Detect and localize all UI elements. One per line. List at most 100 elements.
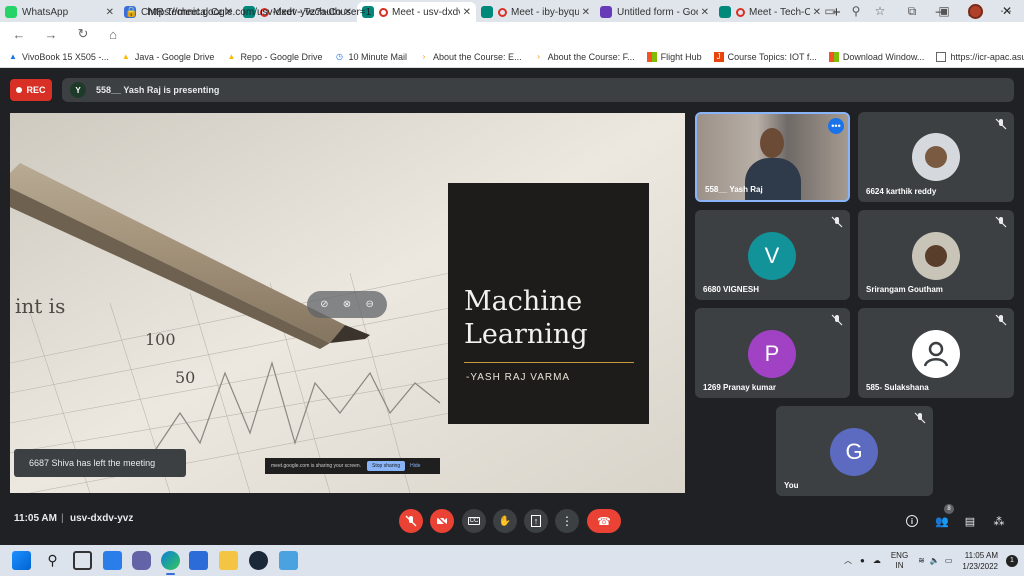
profile-avatar[interactable] xyxy=(968,4,983,19)
participant-avatar: V xyxy=(748,232,796,280)
address-bar[interactable]: 🔒 https://meet.google.com/usv-dxdv-yvz?au… xyxy=(125,2,820,22)
steam-tray-icon[interactable]: ● xyxy=(860,556,865,565)
captions-button[interactable]: CC xyxy=(462,509,486,533)
language-indicator[interactable]: ENG IN xyxy=(891,551,908,571)
j-icon: J xyxy=(713,51,724,62)
camera-icon[interactable]: ▭ xyxy=(822,4,838,18)
camera-toggle-button[interactable] xyxy=(430,509,454,533)
participant-count-badge: 8 xyxy=(944,504,954,514)
participant-tile[interactable]: V 6680 VIGNESH xyxy=(695,210,850,300)
drive-icon: ▲ xyxy=(121,51,130,61)
bookmark-item[interactable]: ▲ Java - Google Drive xyxy=(121,52,215,62)
camera-off-icon[interactable]: ⊗ xyxy=(343,299,351,310)
mic-off-icon xyxy=(995,314,1007,326)
person-head xyxy=(760,128,784,158)
bookmark-item[interactable]: J Course Topics: IOT f... xyxy=(713,51,817,62)
bookmark-item[interactable]: https://icr-apac.asu... xyxy=(936,51,1024,62)
store-icon[interactable] xyxy=(189,551,208,570)
present-now-button[interactable]: ↑ xyxy=(524,509,548,533)
bookmark-item[interactable]: ◷ 10 Minute Mail xyxy=(334,52,407,62)
notepad-icon[interactable] xyxy=(279,551,298,570)
participant-tile[interactable]: P 1269 Pranay kumar xyxy=(695,308,850,398)
participant-tile[interactable]: Srirangam Goutham xyxy=(858,210,1014,300)
minimize-tile-icon[interactable]: ⊖ xyxy=(365,299,373,310)
collections-icon[interactable]: ▣ xyxy=(936,4,952,18)
more-options-button[interactable]: ⋮ xyxy=(555,509,579,533)
captions-icon: CC xyxy=(467,517,481,525)
close-tab-icon[interactable]: ✕ xyxy=(106,7,114,18)
steam-icon[interactable] xyxy=(249,551,268,570)
system-tray: ︿ ● ☁ ENG IN ≋ 🔈 ▭ 11:05 AM 1/23/2022 1 xyxy=(844,545,1024,576)
windows-taskbar: ⚲ ︿ ● ☁ ENG IN ≋ 🔈 ▭ 11:05 AM 1/23/2022 1 xyxy=(0,545,1024,576)
hand-icon: ✋ xyxy=(498,515,512,527)
svg-text:int is: int is xyxy=(15,294,65,318)
bookmark-item[interactable]: ▲ VivoBook 15 X505 -... xyxy=(8,52,109,62)
stop-sharing-button[interactable]: Stop sharing xyxy=(367,461,406,471)
windows-start-icon[interactable] xyxy=(12,551,31,570)
mail-icon: ◷ xyxy=(335,51,343,61)
extensions-icon[interactable]: ⧉ xyxy=(904,4,920,19)
more-icon[interactable]: ⋯ xyxy=(998,4,1014,18)
taskbar-clock[interactable]: 11:05 AM 1/23/2022 xyxy=(962,550,998,572)
volume-icon[interactable]: 🔈 xyxy=(930,556,940,565)
people-icon: 👥 xyxy=(935,515,949,528)
bookmark-item[interactable]: Download Window... xyxy=(828,51,924,62)
battery-icon[interactable]: ▭ xyxy=(945,556,953,565)
meeting-code: usv-dxdv-yvz xyxy=(70,513,134,524)
mic-off-icon xyxy=(995,118,1007,130)
participant-photo xyxy=(912,232,960,280)
participant-tile[interactable]: 6624 karthik reddy xyxy=(858,112,1014,202)
browser-tab[interactable]: WhatsApp ✕ xyxy=(0,2,119,22)
microphone-toggle-button[interactable] xyxy=(399,509,423,533)
camera-off-icon xyxy=(436,515,448,527)
notification-badge[interactable]: 1 xyxy=(1006,554,1018,567)
widgets-icon[interactable] xyxy=(103,551,122,570)
tray-overflow-icon[interactable]: ︿ xyxy=(844,555,852,566)
participant-tile[interactable]: 585- Sulakshana xyxy=(858,308,1014,398)
chevron-icon: › xyxy=(422,51,426,61)
bookmark-item[interactable]: › About the Course: E... xyxy=(419,52,522,62)
more-options-icon[interactable]: ••• xyxy=(828,118,844,134)
reload-icon[interactable]: ↻ xyxy=(72,26,94,42)
search-icon[interactable]: ⚲ xyxy=(43,551,62,570)
back-icon[interactable]: ← xyxy=(8,27,30,42)
hide-share-bar-button[interactable]: Hide xyxy=(410,463,420,469)
slide-underline xyxy=(464,362,634,363)
slide-title-box: Machine Learning -YASH RAJ VARMA xyxy=(448,183,649,424)
favorite-icon[interactable]: ☆ xyxy=(872,4,888,18)
bookmark-item[interactable]: Flight Hub xyxy=(646,51,702,62)
microsoft-icon xyxy=(646,51,657,62)
meeting-clock: 11:05 AM xyxy=(14,513,57,524)
task-view-icon[interactable] xyxy=(73,551,92,570)
edge-icon[interactable] xyxy=(161,551,180,575)
wifi-icon[interactable]: ≋ xyxy=(918,556,925,565)
chat-icon: ▤ xyxy=(964,515,976,528)
bookmark-item[interactable]: › About the Course: F... xyxy=(534,51,634,62)
slide-title-line1: Machine xyxy=(464,286,583,317)
participant-tile[interactable]: ••• 558__ Yash Raj xyxy=(695,112,850,202)
teams-chat-icon[interactable] xyxy=(132,551,151,570)
chat-button[interactable]: ▤ xyxy=(960,511,980,531)
mic-off-icon xyxy=(831,216,843,228)
forward-icon[interactable]: → xyxy=(40,27,62,42)
meeting-details-button[interactable]: i xyxy=(902,511,922,531)
file-explorer-icon[interactable] xyxy=(219,551,238,570)
activities-button[interactable]: ⁂ xyxy=(989,511,1009,531)
whatsapp-icon xyxy=(5,6,17,18)
bookmark-item[interactable]: ▲ Repo - Google Drive xyxy=(226,52,322,62)
home-icon[interactable]: ⌂ xyxy=(102,27,124,42)
chevron-icon: › xyxy=(537,51,540,61)
zoom-icon[interactable]: ⚲ xyxy=(848,4,864,18)
leave-call-button[interactable]: ☎ xyxy=(587,509,621,533)
mic-off-icon[interactable]: ⊘ xyxy=(320,299,328,310)
mic-off-icon xyxy=(405,515,417,527)
default-avatar-icon xyxy=(912,330,960,378)
participant-photo xyxy=(912,133,960,181)
presentation-stage: int is 100 50 Machine Learning -YASH RAJ… xyxy=(10,113,685,493)
recording-badge[interactable]: REC xyxy=(10,79,52,101)
raise-hand-button[interactable]: ✋ xyxy=(493,509,517,533)
participant-tile-self[interactable]: G You xyxy=(776,406,933,496)
onedrive-icon[interactable]: ☁ xyxy=(873,556,881,565)
people-button[interactable]: 👥 xyxy=(932,511,952,531)
mic-off-icon xyxy=(914,412,926,424)
